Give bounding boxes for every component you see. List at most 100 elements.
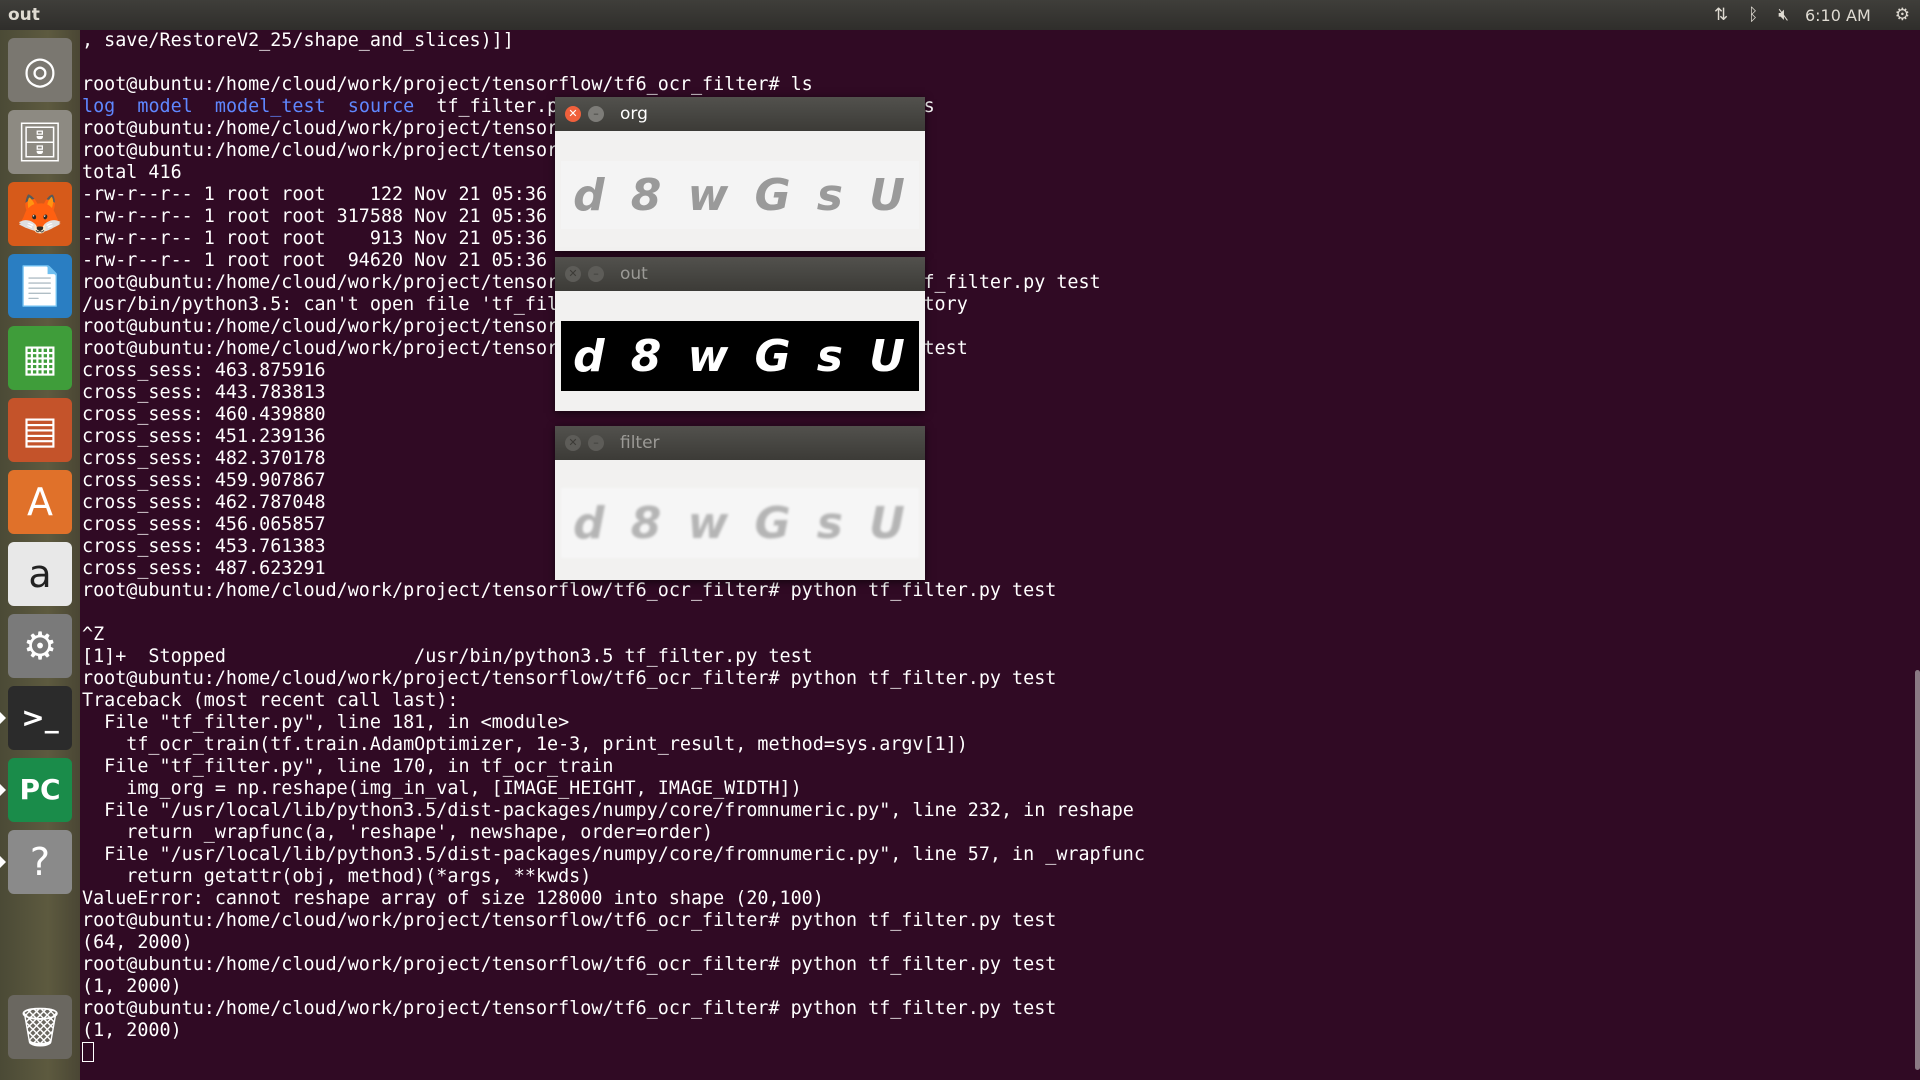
org-window-title: org: [620, 104, 648, 124]
launcher-firefox-icon[interactable]: 🦊: [8, 182, 72, 246]
org-captcha-image: d8wGsU: [561, 161, 919, 229]
directory-entry: model_test: [214, 96, 326, 117]
org-window-titlebar[interactable]: ✕ – org: [555, 97, 925, 131]
files-glyph: 🗄: [15, 120, 65, 164]
launcher-amazon-icon[interactable]: a: [8, 542, 72, 606]
captcha-char: U: [869, 169, 907, 221]
bluetooth-icon[interactable]: ᛒ: [1748, 5, 1758, 25]
out-window-titlebar[interactable]: ✕ – out: [555, 257, 925, 291]
directory-entry: source: [347, 96, 415, 117]
captcha-char: G: [754, 330, 793, 382]
minimize-icon[interactable]: –: [588, 435, 604, 451]
amazon-glyph: a: [28, 552, 52, 596]
terminal-line: root@ubuntu:/home/cloud/work/project/ten…: [82, 580, 1057, 601]
system-settings-glyph: ⚙: [22, 624, 58, 668]
terminal-line: (1, 2000): [82, 976, 182, 997]
terminal-window[interactable]: , save/RestoreV2_25/shape_and_slices)]]r…: [80, 30, 1920, 1080]
directory-entry: log: [82, 96, 116, 117]
minimize-icon[interactable]: –: [588, 266, 604, 282]
org-image-window[interactable]: ✕ – org d8wGsU: [555, 97, 925, 251]
launcher-trash-icon[interactable]: 🗑: [8, 995, 72, 1059]
terminal-line: ValueError: cannot reshape array of size…: [82, 888, 824, 909]
terminal-line: return _wrapfunc(a, 'reshape', newshape,…: [82, 822, 714, 843]
terminal-line: ^Z: [82, 624, 105, 645]
libreoffice-writer-glyph: 📄: [16, 264, 64, 308]
help-glyph: ?: [29, 840, 51, 884]
firefox-glyph: 🦊: [16, 192, 64, 236]
captcha-char: d: [573, 169, 607, 221]
captcha-char: s: [816, 169, 845, 221]
captcha-char: s: [816, 330, 845, 382]
terminal-line: , save/RestoreV2_25/shape_and_slices)]]: [82, 30, 514, 51]
directory-entry: model: [137, 96, 193, 117]
launcher-libreoffice-calc-icon[interactable]: ▦: [8, 326, 72, 390]
filter-image-window[interactable]: ✕ – filter d8wGsU: [555, 426, 925, 580]
trash-glyph: 🗑: [15, 1005, 65, 1049]
terminal-line: root@ubuntu:/home/cloud/work/project/ten…: [82, 668, 1057, 689]
launcher-pycharm-icon[interactable]: PC: [0, 758, 72, 822]
terminal-line: File "tf_filter.py", line 170, in tf_ocr…: [82, 756, 614, 777]
close-icon[interactable]: ✕: [565, 435, 581, 451]
launcher-libreoffice-impress-icon[interactable]: ▤: [8, 398, 72, 462]
captcha-char: w: [687, 330, 731, 382]
captcha-char: 8: [630, 497, 664, 549]
captcha-char: 8: [630, 169, 664, 221]
pycharm-glyph: PC: [19, 773, 61, 806]
terminal-line: img_org = np.reshape(img_in_val, [IMAGE_…: [82, 778, 802, 799]
launcher-software-center-icon[interactable]: A: [8, 470, 72, 534]
terminal-line: return getattr(obj, method)(*args, **kwd…: [82, 866, 592, 887]
terminal-line: root@ubuntu:/home/cloud/work/project/ten…: [82, 954, 1057, 975]
launcher-libreoffice-writer-icon[interactable]: 📄: [8, 254, 72, 318]
minimize-icon[interactable]: –: [588, 106, 604, 122]
captcha-char: d: [573, 330, 607, 382]
software-center-glyph: A: [27, 480, 53, 524]
terminal-line: [1]+ Stopped /usr/bin/python3.5 tf_filte…: [82, 646, 813, 667]
close-icon[interactable]: ✕: [565, 266, 581, 282]
captcha-char: s: [816, 497, 845, 549]
launcher-help-icon[interactable]: ?: [0, 830, 72, 894]
launcher-terminal-icon[interactable]: >_: [0, 686, 72, 750]
network-arrows-icon[interactable]: ⇅: [1714, 5, 1728, 25]
terminal-line: File "tf_filter.py", line 181, in <modul…: [82, 712, 570, 733]
captcha-char: 8: [630, 330, 664, 382]
libreoffice-impress-glyph: ▤: [22, 408, 58, 452]
top-panel: out ⇅ ᛒ 🔇︎ 6:10 AM ⚙: [0, 0, 1920, 30]
volume-muted-icon[interactable]: 🔇︎: [1778, 5, 1789, 25]
out-captcha-image: d8wGsU: [561, 321, 919, 391]
terminal-line: File "/usr/local/lib/python3.5/dist-pack…: [82, 800, 1134, 821]
captcha-char: w: [687, 497, 731, 549]
captcha-char: G: [754, 497, 793, 549]
filter-window-titlebar[interactable]: ✕ – filter: [555, 426, 925, 460]
terminal-line: root@ubuntu:/home/cloud/work/project/ten…: [82, 74, 813, 95]
terminal-glyph: >_: [21, 701, 59, 734]
libreoffice-calc-glyph: ▦: [22, 336, 58, 380]
launcher-ubuntu-dash-icon[interactable]: ◎: [8, 38, 72, 102]
captcha-char: U: [869, 497, 907, 549]
system-tray: ⇅ ᛒ 🔇︎ 6:10 AM ⚙: [1704, 0, 1920, 30]
filter-window-title: filter: [620, 433, 660, 453]
terminal-cursor: [82, 1042, 94, 1062]
terminal-line: Traceback (most recent call last):: [82, 690, 459, 711]
terminal-line: (1, 2000): [82, 1020, 182, 1041]
captcha-char: d: [573, 497, 607, 549]
captcha-char: G: [754, 169, 793, 221]
out-window-title: out: [620, 264, 648, 284]
launcher-files-icon[interactable]: 🗄: [8, 110, 72, 174]
terminal-line: root@ubuntu:/home/cloud/work/project/ten…: [82, 998, 1057, 1019]
captcha-char: w: [687, 169, 731, 221]
clock[interactable]: 6:10 AM: [1805, 6, 1871, 25]
terminal-line: (64, 2000): [82, 932, 193, 953]
terminal-line: tf_ocr_train(tf.train.AdamOptimizer, 1e-…: [82, 734, 968, 755]
active-window-title: out: [8, 5, 40, 25]
captcha-char: U: [869, 330, 907, 382]
settings-gear-icon[interactable]: ⚙: [1895, 5, 1910, 25]
terminal-scrollbar[interactable]: [1915, 670, 1920, 1070]
ubuntu-dash-glyph: ◎: [23, 48, 57, 92]
filter-captcha-image: d8wGsU: [561, 488, 919, 558]
close-icon[interactable]: ✕: [565, 106, 581, 122]
out-image-window[interactable]: ✕ – out d8wGsU: [555, 257, 925, 411]
terminal-line: File "/usr/local/lib/python3.5/dist-pack…: [82, 844, 1145, 865]
launcher-system-settings-icon[interactable]: ⚙: [8, 614, 72, 678]
